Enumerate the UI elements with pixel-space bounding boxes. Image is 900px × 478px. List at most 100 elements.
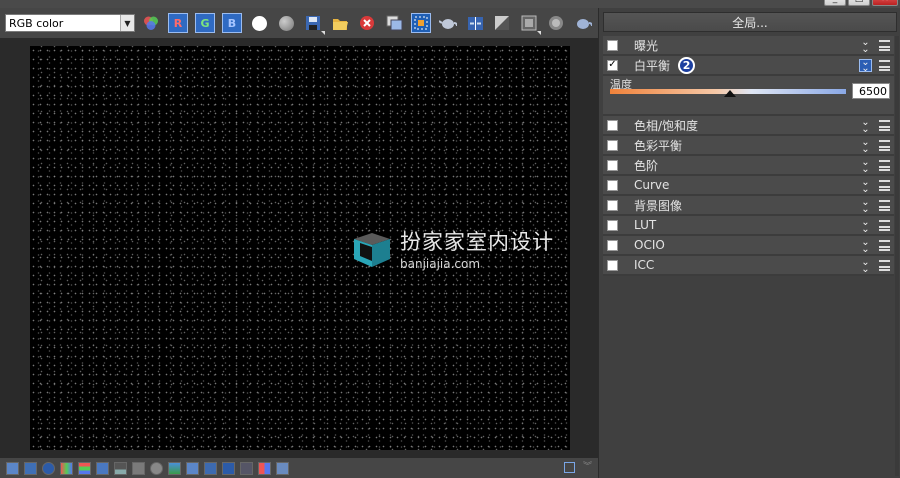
lock-icon[interactable]	[222, 461, 235, 475]
window-toggle-icon[interactable]	[563, 462, 575, 473]
copy-icon[interactable]	[384, 13, 404, 33]
white-balance-settings: 温度	[603, 76, 894, 116]
teapot-small-icon[interactable]	[573, 13, 593, 33]
teapot-icon[interactable]	[438, 13, 458, 33]
background-image-label: 背景图像	[634, 198, 683, 213]
correction-row-white-balance[interactable]: ✓ 白平衡 2 ⌄ ⌄	[603, 56, 894, 76]
correction-row-levels[interactable]: 色阶 ⌄ ⌄	[603, 156, 894, 176]
correction-row-hue-saturation[interactable]: 色相/饱和度 ⌄ ⌄	[603, 116, 894, 136]
save-icon[interactable]	[303, 13, 325, 35]
panel-scrollbar[interactable]	[895, 36, 899, 476]
bottom-toolbar: ︾	[0, 458, 600, 478]
corrections-icon[interactable]	[492, 13, 512, 33]
expand-chevron-icon[interactable]: ⌄ ⌄	[859, 138, 872, 155]
close-window-icon[interactable]: ✕	[872, 0, 898, 6]
collapse-chevron-icon[interactable]: ⌄ ⌄	[859, 58, 872, 74]
levels-icon[interactable]	[78, 461, 91, 475]
curve-checkbox[interactable]	[607, 179, 618, 191]
image-viewport[interactable]: 扮家家室内设计 banjiajia.com	[0, 38, 598, 458]
temperature-input[interactable]	[852, 83, 890, 99]
color-mixer-icon[interactable]	[141, 13, 161, 33]
correction-row-exposure[interactable]: 曝光 ⌄ ⌄	[603, 36, 894, 56]
levels-checkbox[interactable]	[607, 159, 618, 171]
b-channel-button[interactable]: B	[222, 13, 242, 33]
hue-saturation-checkbox[interactable]	[607, 119, 618, 131]
ocio-label: OCIO	[634, 238, 665, 252]
expand-chevron-icon[interactable]: ⌄ ⌄	[859, 198, 872, 215]
r-channel-button[interactable]: R	[168, 13, 188, 33]
expand-chevron-icon[interactable]: ⌄ ⌄	[859, 258, 872, 275]
expand-chevron-icon[interactable]: ⌄ ⌄	[859, 238, 872, 255]
correction-row-background-image[interactable]: 背景图像 ⌄ ⌄	[603, 196, 894, 216]
window-controls: _ □ ✕	[824, 0, 898, 6]
region-icon[interactable]	[411, 13, 431, 33]
color-balance-checkbox[interactable]	[607, 139, 618, 151]
correction-row-lut[interactable]: LUT ⌄ ⌄	[603, 216, 894, 236]
color-corrections-icon[interactable]	[60, 461, 73, 475]
exposure-checkbox[interactable]	[607, 39, 618, 51]
white-circle-icon[interactable]	[249, 13, 269, 33]
histogram-icon[interactable]	[114, 461, 127, 475]
hue-saturation-label: 色相/饱和度	[634, 118, 699, 133]
menu-icon[interactable]	[879, 240, 890, 251]
compare-icon[interactable]	[465, 13, 485, 33]
menu-icon[interactable]	[879, 60, 890, 71]
menu-icon[interactable]	[879, 140, 890, 151]
expand-chevron-icon[interactable]: ⌄ ⌄	[859, 218, 872, 235]
open-folder-icon[interactable]	[330, 13, 350, 33]
channel-select[interactable]: RGB color ▼	[5, 14, 135, 32]
target-icon[interactable]	[276, 461, 289, 475]
menu-icon[interactable]	[879, 120, 890, 131]
vfb-icon[interactable]	[186, 461, 199, 475]
menu-icon[interactable]	[879, 40, 890, 51]
white-balance-checkbox[interactable]: ✓	[607, 59, 618, 71]
layers-icon[interactable]	[24, 461, 37, 475]
expand-chevron-icon[interactable]: ⌄ ⌄	[859, 158, 872, 175]
correction-row-ocio[interactable]: OCIO ⌄ ⌄	[603, 236, 894, 256]
expand-chevron-icon[interactable]: ⌄ ⌄	[859, 38, 872, 55]
pencil-icon[interactable]	[132, 461, 145, 475]
lut-label: LUT	[634, 218, 657, 232]
gear-icon[interactable]	[150, 461, 163, 475]
icc-checkbox[interactable]	[607, 259, 618, 271]
render-canvas[interactable]: 扮家家室内设计 banjiajia.com	[30, 46, 570, 450]
dropdown-arrow-icon[interactable]: ▼	[120, 15, 134, 31]
background-image-checkbox[interactable]	[607, 199, 618, 211]
temperature-slider-thumb[interactable]	[724, 90, 737, 97]
stretch-icon[interactable]	[240, 461, 253, 475]
g-channel-button[interactable]: G	[195, 13, 215, 33]
g-channel-label: G	[200, 16, 210, 30]
expand-chevron-icon[interactable]: ⌄ ⌄	[859, 178, 872, 195]
info-icon[interactable]	[42, 461, 55, 475]
region-render-icon[interactable]	[204, 461, 217, 475]
maximize-icon[interactable]: □	[848, 0, 870, 6]
curve-label: Curve	[634, 178, 670, 192]
menu-icon[interactable]	[879, 220, 890, 231]
menu-icon[interactable]	[879, 200, 890, 211]
global-button[interactable]: 全局...	[603, 12, 897, 32]
history-icon[interactable]	[6, 461, 19, 475]
menu-icon[interactable]	[879, 160, 890, 171]
channels-icon[interactable]	[258, 461, 271, 475]
corrections-panel: 全局... 曝光 ⌄⌄ ✓ 白平衡 2 ⌄⌄ 温度 色相/饱和度 ⌄⌄	[598, 8, 900, 478]
correction-row-color-balance[interactable]: 色彩平衡 ⌄ ⌄	[603, 136, 894, 156]
image-icon[interactable]	[168, 461, 181, 475]
clear-icon[interactable]	[357, 13, 377, 33]
watermark-en: banjiajia.com	[400, 257, 481, 271]
expand-chevron-icon[interactable]: ︾	[583, 462, 592, 473]
correction-row-curve[interactable]: Curve ⌄ ⌄	[603, 176, 894, 196]
expand-chevron-icon[interactable]: ⌄ ⌄	[859, 118, 872, 135]
corrections-list: 曝光 ⌄⌄ ✓ 白平衡 2 ⌄⌄ 温度 色相/饱和度 ⌄⌄ 色彩平衡 ⌄⌄	[603, 36, 894, 276]
gray-circle-icon[interactable]	[276, 13, 296, 33]
correction-row-icc[interactable]: ICC ⌄ ⌄	[603, 256, 894, 276]
lens-icon[interactable]	[519, 13, 541, 35]
display-icon[interactable]	[96, 461, 109, 475]
ocio-checkbox[interactable]	[607, 239, 618, 251]
minimize-icon[interactable]: _	[824, 0, 846, 6]
channel-select-value: RGB color	[9, 16, 64, 30]
menu-icon[interactable]	[879, 180, 890, 191]
step-badge: 2	[678, 56, 696, 74]
lut-checkbox[interactable]	[607, 219, 618, 231]
stereo-icon[interactable]	[546, 13, 566, 33]
menu-icon[interactable]	[879, 260, 890, 271]
